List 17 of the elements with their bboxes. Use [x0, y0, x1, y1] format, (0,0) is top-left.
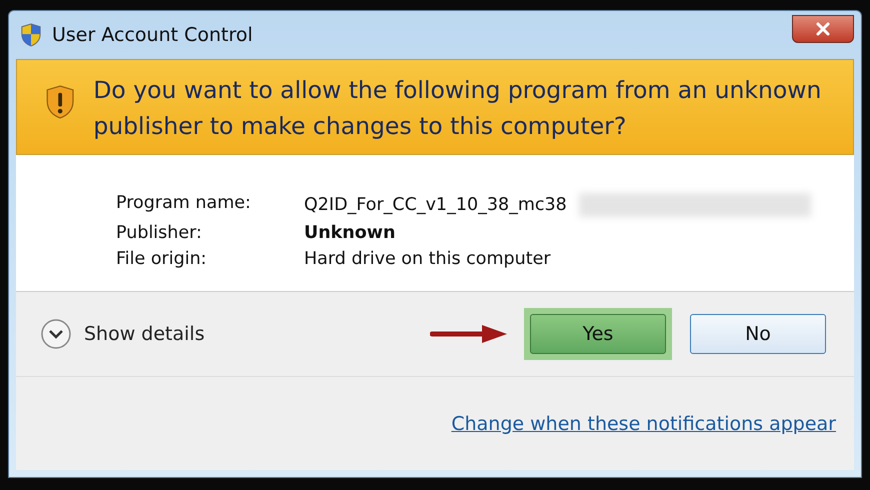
chevron-icon [40, 318, 72, 350]
show-details-button[interactable]: Show details [40, 318, 205, 350]
detail-label: Program name: [116, 193, 252, 215]
dialog-button[interactable]: Yes [530, 314, 666, 354]
close-icon [815, 22, 831, 36]
notifications-link[interactable]: Change when these notifications appear [451, 412, 836, 434]
shield-icon [20, 23, 42, 47]
close-button[interactable] [792, 15, 854, 43]
dialog-button[interactable]: No [690, 314, 826, 354]
detail-label: Publisher: [116, 223, 203, 243]
detail-value: Q2ID_For_CC_v1_10_38_mc38 [304, 195, 567, 215]
detail-label: File origin: [116, 249, 208, 269]
window-title: User Account Control [52, 24, 254, 46]
detail-value: Unknown [304, 223, 396, 243]
warning-message: Do you want to allow the following program from an unknown publisher to make changes to this computer? [93, 75, 822, 142]
arrow-icon [430, 324, 508, 344]
detail-value: Hard drive on this computer [304, 249, 551, 269]
